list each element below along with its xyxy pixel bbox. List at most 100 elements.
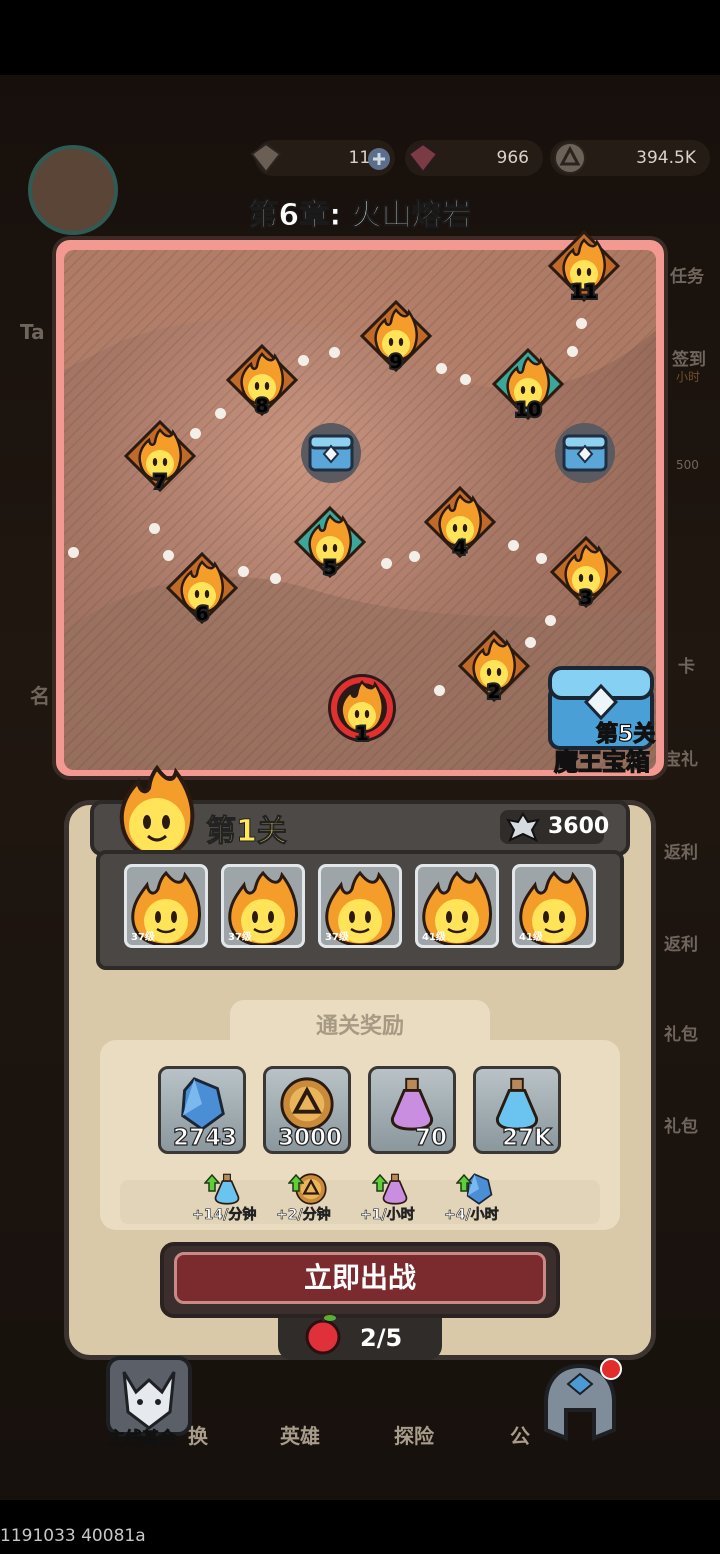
stamina-value: 2/5	[360, 1324, 403, 1352]
fight-now-button[interactable]: 立即出战	[160, 1242, 560, 1318]
path-dot	[298, 355, 309, 366]
enemy-card[interactable]: 37级	[318, 864, 402, 948]
enemy-card[interactable]: 37级	[124, 864, 208, 948]
currency-gem-red-value: 966	[496, 148, 529, 168]
stage-flame-icon	[119, 764, 195, 859]
side-label-500: 500	[676, 458, 699, 472]
stage-node-number: 6	[195, 603, 208, 624]
side-label-rebate-1: 返利	[664, 843, 698, 863]
apple-icon	[305, 1312, 341, 1355]
map-chest-icon[interactable]	[552, 420, 618, 486]
stage-node-number: 2	[487, 681, 500, 702]
stage-node-10[interactable]: 10	[492, 348, 564, 420]
nav-heroes[interactable]: 英雄	[280, 1420, 320, 1449]
currency-coin-value: 394.5K	[636, 148, 696, 168]
reward-rate: +1/小时	[360, 1172, 430, 1223]
reward-item[interactable]: 27K	[473, 1066, 561, 1154]
arrow-up-icon	[288, 1174, 304, 1192]
build-id: 1191033 40081a	[0, 1526, 146, 1546]
side-label-signin: 签到	[672, 350, 706, 370]
path-dot	[381, 558, 392, 569]
red-gem-icon	[407, 142, 439, 174]
side-label-card: 卡	[678, 657, 695, 677]
reward-rate: +2/分钟	[276, 1172, 346, 1223]
nav-right-partial[interactable]: 公	[510, 1420, 530, 1449]
stage-node-7[interactable]: 7	[124, 420, 196, 492]
path-dot	[576, 318, 587, 329]
reward-count: 3000	[277, 1124, 342, 1151]
path-dot	[215, 408, 226, 419]
enemy-card[interactable]: 37级	[221, 864, 305, 948]
stage-node-number: 1	[355, 723, 368, 744]
boss-chest-label: 魔王宝箱	[553, 747, 650, 776]
path-dot	[409, 551, 420, 562]
side-label-pack-2: 礼包	[664, 1117, 698, 1137]
stage-node-number: 8	[255, 395, 268, 416]
path-dot	[567, 346, 578, 357]
side-label-ta: Ta	[20, 320, 45, 344]
path-dot	[149, 523, 160, 534]
stage-node-11[interactable]: 11	[548, 230, 620, 302]
arrow-up-icon	[204, 1174, 220, 1192]
fight-now-label: 立即出战	[174, 1252, 546, 1304]
reward-rate-text: +2/分钟	[276, 1207, 331, 1224]
main-fund-label[interactable]: 主线基金	[108, 1424, 177, 1450]
enemy-level: 41级	[422, 932, 446, 943]
reward-rate-text: +14/分钟	[192, 1207, 257, 1224]
side-label-task: 任务	[670, 267, 704, 287]
stage-node-6[interactable]: 6	[166, 552, 238, 624]
stage-node-number: 7	[153, 471, 166, 492]
stage-node-8[interactable]: 8	[226, 344, 298, 416]
reward-rate: +4/小时	[444, 1172, 514, 1223]
stage-node-number: 3	[579, 587, 592, 608]
arrow-up-icon	[456, 1174, 472, 1192]
reward-rate-text: +1/小时	[360, 1207, 415, 1224]
dark-gem-icon	[250, 142, 282, 174]
side-label-name: 名	[30, 684, 50, 708]
path-dot	[536, 553, 547, 564]
reward-item[interactable]: 2743	[158, 1066, 246, 1154]
path-dot	[508, 540, 519, 551]
side-label-hour: 小时	[676, 370, 701, 384]
path-dot	[329, 347, 340, 358]
stage-node-1[interactable]: 1	[326, 672, 398, 744]
path-dot	[436, 363, 447, 374]
nav-explore[interactable]: 探险	[394, 1420, 434, 1449]
stage-node-9[interactable]: 9	[360, 300, 432, 372]
path-dot	[270, 573, 281, 584]
notification-dot	[600, 1358, 622, 1380]
stage-node-4[interactable]: 4	[424, 486, 496, 558]
stage-power-value: 3600	[548, 814, 610, 839]
stage-node-number: 4	[453, 537, 466, 558]
side-label-gift: 宝礼	[664, 750, 698, 770]
stage-node-number: 9	[389, 351, 402, 372]
path-dot	[68, 547, 79, 558]
enemy-level: 37级	[325, 932, 349, 943]
enemy-card[interactable]: 41级	[512, 864, 596, 948]
stage-node-5[interactable]: 5	[294, 506, 366, 578]
stage-title: 第1关	[206, 814, 288, 850]
enemy-level: 37级	[228, 932, 252, 943]
stage-node-2[interactable]: 2	[458, 630, 530, 702]
reward-title: 通关奖励	[315, 1014, 404, 1039]
reward-count: 27K	[502, 1124, 553, 1151]
stage-node-number: 10	[515, 399, 541, 420]
enemy-level: 37级	[131, 932, 155, 943]
path-dot	[434, 685, 445, 696]
reward-rate-text: +4/小时	[444, 1207, 499, 1224]
enemy-card[interactable]: 41级	[415, 864, 499, 948]
path-dot	[238, 566, 249, 577]
stage-node-number: 11	[571, 281, 597, 302]
reward-item[interactable]: 3000	[263, 1066, 351, 1154]
power-icon	[506, 812, 540, 842]
side-label-rebate-2: 返利	[664, 935, 698, 955]
add-gem-icon[interactable]	[366, 146, 392, 172]
enemy-level: 41级	[519, 932, 543, 943]
reward-item[interactable]: 70	[368, 1066, 456, 1154]
arrow-up-icon	[372, 1174, 388, 1192]
map-chest-icon[interactable]	[298, 420, 364, 486]
coin-icon	[554, 142, 586, 174]
reward-rate: +14/分钟	[192, 1172, 262, 1223]
stage-node-3[interactable]: 3	[550, 536, 622, 608]
path-dot	[545, 615, 556, 626]
